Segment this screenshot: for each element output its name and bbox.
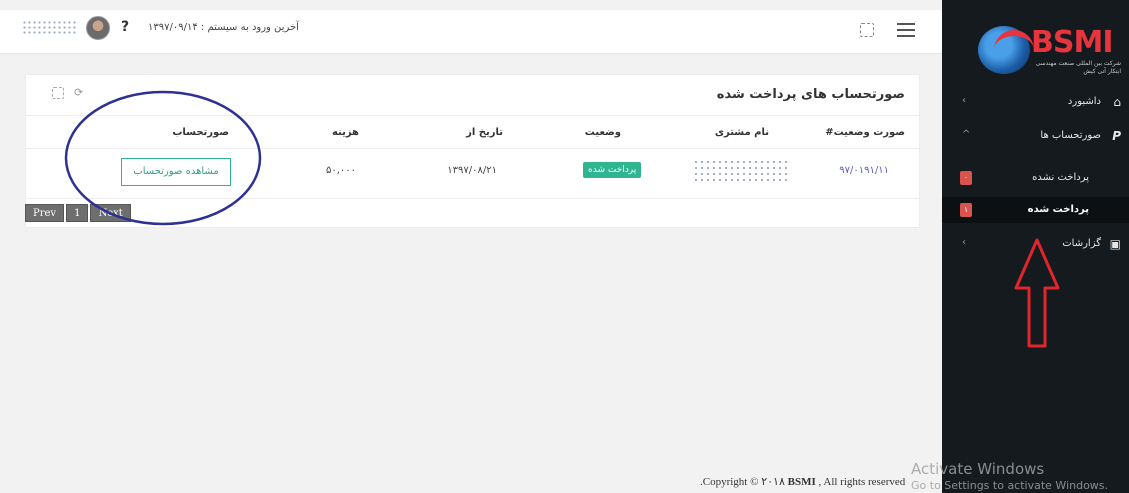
main-content: ? آخرین ورود به سیستم : ۱۳۹۷/۰۹/۱۴ صورتح… [0,0,942,493]
count-badge: ۰ [960,171,972,185]
card-title: صورتحساب های پرداخت شده [716,87,905,102]
copyright-text: .Copyright © ۲۰۱۸ BSMI , All rights rese… [700,476,906,488]
invoice-number[interactable]: ۹۷/۰۱۹۱/۱۱ [839,165,889,176]
col-cost[interactable]: هزینه [332,127,359,138]
sidebar-item-reports[interactable]: ▣ گزارشات › [942,228,1129,262]
chevron-left-icon: › [962,237,966,248]
sidebar-subitem-label: پرداخت نشده [1032,172,1089,183]
globe-logo-icon [978,26,1034,74]
sidebar-item-label: صورتحساب ها [1040,130,1101,141]
next-button[interactable]: Next [90,204,131,222]
pagination: Prev 1 Next [25,204,131,222]
sidebar-item-dashboard[interactable]: ⌂ داشبورد › [942,86,1129,120]
app-root: ? آخرین ورود به سیستم : ۱۳۹۷/۰۹/۱۴ صورتح… [0,0,1129,493]
col-customer[interactable]: نام مشتری [715,127,769,138]
sidebar-subitem-unpaid[interactable]: پرداخت نشده ۰ [942,165,1129,191]
col-invoice[interactable]: صورتحساب [172,127,229,138]
table-header: صورت وضعیت# نام مشتری وضعیت تاریخ از هزی… [26,115,919,149]
refresh-icon[interactable]: ⟳ [74,87,86,99]
invoices-table: صورت وضعیت# نام مشتری وضعیت تاریخ از هزی… [26,115,919,199]
sidebar-subitem-label: پرداخت شده [1027,204,1089,215]
sidebar-subitem-paid[interactable]: پرداخت شده ۱ [942,197,1129,223]
bsmi-logo: BSMI شرکت بین المللی صنعت مهندسی ابتکار … [978,18,1128,78]
view-invoice-button[interactable]: مشاهده صورتحساب [121,158,231,186]
col-invoice-no[interactable]: صورت وضعیت# [825,127,905,138]
prev-button[interactable]: Prev [25,204,65,222]
sidebar-item-label: داشبورد [1067,96,1101,107]
paid-invoices-card: صورتحساب های پرداخت شده ⟳ صورت وضعیت# نا… [25,74,920,228]
page-1-button[interactable]: 1 [66,204,89,222]
date-from-value: ۱۳۹۷/۰۸/۲۱ [447,165,497,176]
report-icon: ▣ [1109,237,1121,251]
status-badge: پرداخت شده [583,162,642,178]
cost-value: ۵۰,۰۰۰ [325,165,356,176]
fullscreen-icon[interactable] [860,23,874,37]
col-status[interactable]: وضعیت [585,127,621,138]
logo-subtitle: شرکت بین المللی صنعت مهندسی ابتکار آتی ک… [1035,60,1121,75]
table-row: ۹۷/۰۱۹۱/۱۱ پرداخت شده ۱۳۹۷/۰۸/۲۱ ۵۰,۰۰۰ … [26,149,919,199]
chevron-up-icon: ^ [962,129,971,140]
expand-icon[interactable] [52,87,64,99]
paypal-icon: P [1112,129,1121,143]
chevron-left-icon: › [962,95,966,106]
top-bar: ? آخرین ورود به سیستم : ۱۳۹۷/۰۹/۱۴ [0,10,942,54]
sidebar-item-invoices[interactable]: P صورتحساب ها ^ [942,120,1129,154]
sidebar-item-label: گزارشات [1062,238,1101,249]
count-badge: ۱ [960,203,972,217]
logo-text: BSMI [1031,25,1113,60]
col-date-from[interactable]: تاریخ از [466,127,503,138]
avatar[interactable] [86,16,110,40]
home-icon: ⌂ [1113,95,1121,109]
hamburger-menu-icon[interactable] [897,23,915,37]
help-button[interactable]: ? [121,19,129,35]
card-tools: ⟳ [52,87,86,99]
sidebar: BSMI شرکت بین المللی صنعت مهندسی ابتکار … [942,0,1129,493]
last-login-text: آخرین ورود به سیستم : ۱۳۹۷/۰۹/۱۴ [148,22,299,33]
blurred-username [22,20,78,36]
blurred-customer-name [693,159,789,185]
